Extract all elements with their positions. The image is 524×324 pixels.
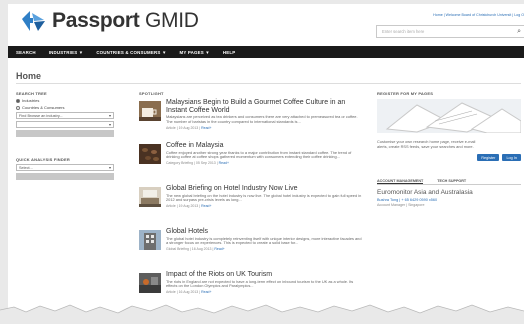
torn-page-edge [0, 304, 524, 324]
article-summary: The riots in England are not expected to… [166, 278, 354, 289]
nav-search[interactable]: SEARCH [16, 50, 36, 55]
left-column: SEARCH TREE Industries Countries & Consu… [16, 91, 114, 180]
passport-logo[interactable]: Passport GMID [18, 9, 199, 33]
tab-tech-support[interactable]: TECH SUPPORT [437, 177, 466, 184]
register-illustration [377, 99, 522, 134]
page-title: Home [16, 71, 42, 81]
spotlight-section: SPOTLIGHT Malaysians Begin to Build a Go… [139, 91, 363, 311]
article-title[interactable]: Malaysians Begin to Build a Gourmet Coff… [166, 99, 362, 114]
read-more-link[interactable]: Read+ [201, 290, 211, 294]
radio-industries[interactable]: Industries [16, 98, 114, 103]
nav-help[interactable]: HELP [223, 50, 236, 55]
search-placeholder: Enter search item here [382, 29, 425, 34]
meta-text: Article | 16 Aug 2013 | [166, 290, 201, 294]
article-meta: Article | 19 Aug 2013 | Read+ [166, 204, 362, 208]
account-name: Euromonitor Asia and Australasia [377, 189, 473, 196]
meta-text: Article | 19 Aug 2013 | [166, 125, 201, 130]
industry-select[interactable]: Find Browse an industry... ▾ [16, 112, 114, 119]
radio-unselected-icon [16, 105, 20, 110]
passport-logo-icon [22, 11, 45, 31]
article-summary: Malaysians are perceived as tea drinkers… [166, 114, 358, 124]
read-more-link[interactable]: Read+ [214, 247, 224, 251]
quick-go-button[interactable] [16, 173, 114, 180]
radio-selected-icon [16, 98, 20, 103]
hotel-building-thumbnail [139, 230, 161, 250]
nav-industries[interactable]: INDUSTRIES ▼ [49, 50, 84, 55]
select-value: Select... [19, 165, 33, 170]
article-meta: Category Briefing | 05 Sep 2013 | Read+ [166, 161, 362, 165]
article-item[interactable]: Malaysians Begin to Build a Gourmet Coff… [139, 99, 363, 139]
tree-go-button[interactable] [16, 130, 114, 137]
coffee-beans-thumbnail [139, 144, 161, 164]
right-column: REGISTER FOR MY PAGES Customise your own… [377, 91, 522, 207]
hotel-room-thumbnail [139, 187, 161, 207]
riot-street-thumbnail [139, 273, 161, 293]
divider [16, 83, 521, 84]
chevron-down-icon: ▾ [108, 165, 111, 170]
quick-analysis-title: QUICK ANALYSIS FINDER [16, 157, 70, 162]
radio-label: Industries [22, 98, 40, 103]
article-title[interactable]: Impact of the Riots on UK Tourism [166, 271, 362, 279]
nav-countries-consumers[interactable]: COUNTRIES & CONSUMERS ▼ [96, 50, 166, 55]
article-item[interactable]: Global Briefing on Hotel Industry Now Li… [139, 185, 363, 225]
meta-text: Global Briefing | 16 Aug 2013 | [166, 247, 214, 251]
main-nav: SEARCH INDUSTRIES ▼ COUNTRIES & CONSUMER… [8, 46, 524, 58]
chevron-down-icon: ▾ [108, 122, 111, 127]
nav-my-pages[interactable]: MY PAGES ▼ [180, 50, 210, 55]
article-title[interactable]: Global Hotels [166, 228, 362, 236]
article-meta: Article | 19 Aug 2013 | Read+ [166, 126, 362, 130]
article-summary: Coffee enjoyed another strong year thank… [166, 149, 352, 160]
account-contact[interactable]: Bushra Tong | + 65 6429 0590 x560 [377, 198, 521, 202]
register-button[interactable]: Register [477, 154, 500, 161]
register-buttons: Register Log In [474, 154, 521, 161]
top-links[interactable]: Home | Welcome Board of Christchurch Uni… [433, 13, 524, 17]
browser-page: Passport GMID Home | Welcome Board of Ch… [8, 4, 524, 316]
article-title[interactable]: Global Briefing on Hotel Industry Now Li… [166, 185, 362, 193]
meta-text: Category Briefing | 05 Sep 2013 | [166, 161, 218, 165]
logo-text: Passport GMID [52, 9, 199, 32]
read-more-link[interactable]: Read+ [201, 204, 211, 208]
select-value: Find Browse an industry... [19, 113, 63, 118]
tab-account-management[interactable]: ACCOUNT MANAGEMENT [377, 177, 424, 184]
industry-subselect[interactable]: ▾ [16, 121, 114, 128]
radio-label: Countries & Consumers [22, 105, 65, 110]
radio-countries[interactable]: Countries & Consumers [16, 105, 114, 110]
search-input[interactable]: Enter search item here ⌕ [376, 25, 524, 38]
article-meta: Article | 16 Aug 2013 | Read+ [166, 290, 362, 294]
read-more-link[interactable]: Read+ [219, 161, 229, 165]
account-panel: Euromonitor Asia and Australasia Bushra … [377, 189, 521, 207]
article-summary: The new global briefing on the hotel ind… [166, 192, 362, 203]
chevron-down-icon: ▾ [108, 113, 111, 118]
read-more-link[interactable]: Read+ [201, 126, 211, 130]
quick-analysis-select[interactable]: Select... ▾ [16, 164, 114, 171]
article-item[interactable]: Coffee in Malaysia Coffee enjoyed anothe… [139, 142, 363, 182]
coffee-cup-thumbnail [139, 101, 161, 121]
article-summary: The global hotel industry is completely … [166, 235, 362, 246]
article-meta: Global Briefing | 16 Aug 2013 | Read+ [166, 247, 362, 251]
article-title[interactable]: Coffee in Malaysia [166, 142, 362, 150]
search-tree-title: SEARCH TREE [16, 91, 47, 96]
support-tabs: ACCOUNT MANAGEMENT TECH SUPPORT [377, 177, 521, 185]
article-item[interactable]: Global Hotels The global hotel industry … [139, 228, 363, 268]
spotlight-title: SPOTLIGHT [139, 91, 164, 96]
login-button[interactable]: Log In [502, 154, 521, 161]
search-icon[interactable]: ⌕ [517, 28, 521, 36]
meta-text: Article | 19 Aug 2013 | [166, 204, 201, 208]
register-title: REGISTER FOR MY PAGES [377, 91, 434, 96]
account-role: Account Manager | Singapore [377, 202, 425, 207]
register-text: Customise your own research home page, r… [377, 139, 476, 149]
